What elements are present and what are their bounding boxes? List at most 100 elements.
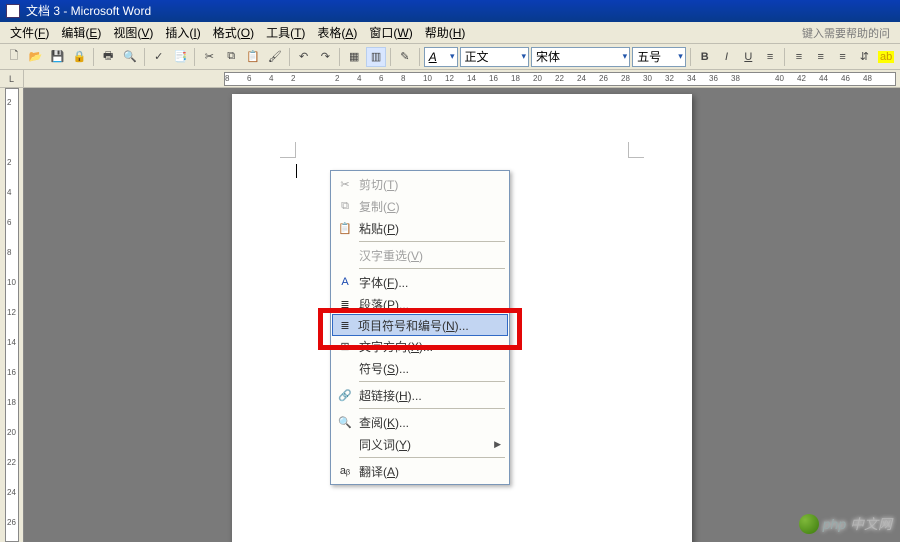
save-button[interactable]: 💾 (48, 47, 68, 67)
copy-icon: ⧉ (337, 198, 353, 214)
para-icon: ≣ (337, 296, 353, 312)
separator (144, 48, 145, 66)
paste-button[interactable]: 📋 (243, 47, 263, 67)
menu-h[interactable]: 帮助(H) (419, 22, 472, 43)
menu-i[interactable]: 插入(I) (159, 22, 206, 43)
menu-v[interactable]: 视图(V) (107, 22, 159, 43)
ctx-label: 同义词(Y) (359, 436, 411, 453)
menu-e[interactable]: 编辑(E) (55, 22, 107, 43)
underline-button[interactable]: U (738, 47, 758, 67)
ctx-label: 复制(C) (359, 198, 400, 215)
menu-a[interactable]: 表格(A) (311, 22, 363, 43)
font-size-combo[interactable]: 五号 (632, 47, 686, 67)
menu-o[interactable]: 格式(O) (207, 22, 260, 43)
separator (784, 48, 785, 66)
text-cursor (296, 164, 297, 178)
italic-button[interactable]: I (717, 47, 737, 67)
menu-separator (359, 457, 505, 458)
line-spacing-button[interactable]: ⇵ (854, 47, 874, 67)
menu-f[interactable]: 文件(F) (4, 22, 55, 43)
hyperlink-icon: 🔗 (337, 387, 353, 403)
align-right-button[interactable]: ≡ (833, 47, 853, 67)
style-combo[interactable]: 正文 (460, 47, 529, 67)
print-button[interactable]: 🖶 (98, 47, 118, 67)
format-painter-button[interactable]: 🖌 (265, 47, 285, 67)
ctx-symbol[interactable]: 符号(S)... (333, 357, 507, 379)
cut-button[interactable]: ✂ (199, 47, 219, 67)
vertical-ruler[interactable]: /*decor*/ 22468101214161820222426 (0, 88, 24, 542)
research-button[interactable]: 📑 (171, 47, 191, 67)
ctx-bullets[interactable]: ≣ 项目符号和编号(N)... (332, 314, 508, 336)
ctx-label: 查阅(K)... (359, 414, 409, 431)
new-doc-button[interactable]: 🗋 (4, 47, 24, 67)
watermark: php 中文网 (799, 514, 892, 534)
menu-separator (359, 381, 505, 382)
menu-separator (359, 268, 505, 269)
ctx-cut: ✂ 剪切(T) (333, 173, 507, 195)
separator (419, 48, 420, 66)
ctx-label: 汉字重选(V) (359, 247, 423, 264)
ctx-copy: ⧉ 复制(C) (333, 195, 507, 217)
ctx-label: 符号(S)... (359, 360, 409, 377)
font-icon: A (337, 274, 353, 290)
textdir-icon: ⊞ (337, 338, 353, 354)
separator (339, 48, 340, 66)
print-preview-button[interactable]: 🔍 (120, 47, 140, 67)
horizontal-ruler[interactable]: 8642246810121416182022242628303234363840… (224, 72, 896, 86)
ctx-translate[interactable]: aᵦ翻译(A) (333, 460, 507, 482)
ctx-label: 剪切(T) (359, 176, 398, 193)
cut-icon: ✂ (337, 176, 353, 192)
window-title: 文档 3 - Microsoft Word (26, 0, 151, 22)
separator (289, 48, 290, 66)
ctx-hyperlink[interactable]: 🔗 超链接(H)... (333, 384, 507, 406)
ctx-label: 超链接(H)... (359, 387, 422, 404)
ctx-font[interactable]: A 字体(F)... (333, 271, 507, 293)
ruler-corner: L (0, 70, 24, 88)
help-hint[interactable]: 键入需要帮助的问 (802, 25, 896, 41)
spelling-button[interactable]: ✓ (149, 47, 169, 67)
submenu-arrow-icon: ▶ (494, 439, 501, 450)
bullets-icon: ≣ (337, 317, 353, 333)
lookup-icon: 🔍 (337, 414, 353, 430)
align-left-button[interactable]: ≡ (789, 47, 809, 67)
copy-button[interactable]: ⧉ (221, 47, 241, 67)
redo-button[interactable]: ↷ (316, 47, 336, 67)
style-letter-combo[interactable]: A (424, 47, 458, 67)
ctx-lookup[interactable]: 🔍 查阅(K)... (333, 411, 507, 433)
highlight-button[interactable]: ab (876, 47, 896, 67)
menu-w[interactable]: 窗口(W) (363, 22, 418, 43)
context-menu[interactable]: ✂ 剪切(T) ⧉ 复制(C) 📋粘贴(P) 汉字重选(V) A 字体(F)... ≣段落(P)… (330, 170, 510, 485)
menu-separator (359, 408, 505, 409)
font-combo[interactable]: 宋体 (531, 47, 630, 67)
horizontal-ruler-row: L 86422468101214161820222426283032343638… (0, 70, 900, 88)
ctx-label: 项目符号和编号(N)... (358, 317, 469, 334)
ctx-label: 文字方向(X)... (359, 338, 433, 355)
paste-icon: 📋 (337, 220, 353, 236)
ctx-textdir[interactable]: ⊞ 文字方向(X)... (333, 335, 507, 357)
separator (690, 48, 691, 66)
ctx-para[interactable]: ≣段落(P)... (333, 293, 507, 315)
separator (390, 48, 391, 66)
menu-t[interactable]: 工具(T) (260, 22, 311, 43)
ctx-paste[interactable]: 📋粘贴(P) (333, 217, 507, 239)
ctx-reconv: 汉字重选(V) (333, 244, 507, 266)
open-button[interactable]: 📂 (26, 47, 46, 67)
window-titlebar: 文档 3 - Microsoft Word (0, 0, 900, 22)
margin-corner-icon (280, 142, 296, 158)
separator (194, 48, 195, 66)
translate-icon: aᵦ (337, 463, 353, 479)
ctx-label: 字体(F)... (359, 274, 408, 291)
separator (93, 48, 94, 66)
insert-table-button[interactable]: ▦ (344, 47, 364, 67)
align-dist-button[interactable]: ≡ (760, 47, 780, 67)
permissions-button[interactable]: 🔒 (69, 47, 89, 67)
columns-button[interactable]: ▥ (366, 47, 386, 67)
undo-button[interactable]: ↶ (294, 47, 314, 67)
menu-bar: 文件(F)编辑(E)视图(V)插入(I)格式(O)工具(T)表格(A)窗口(W)… (0, 22, 900, 44)
php-logo-icon (799, 514, 819, 534)
margin-corner-icon (628, 142, 644, 158)
bold-button[interactable]: B (695, 47, 715, 67)
drawing-button[interactable]: ✎ (395, 47, 415, 67)
align-center-button[interactable]: ≡ (811, 47, 831, 67)
ctx-synonym[interactable]: 同义词(Y) ▶ (333, 433, 507, 455)
